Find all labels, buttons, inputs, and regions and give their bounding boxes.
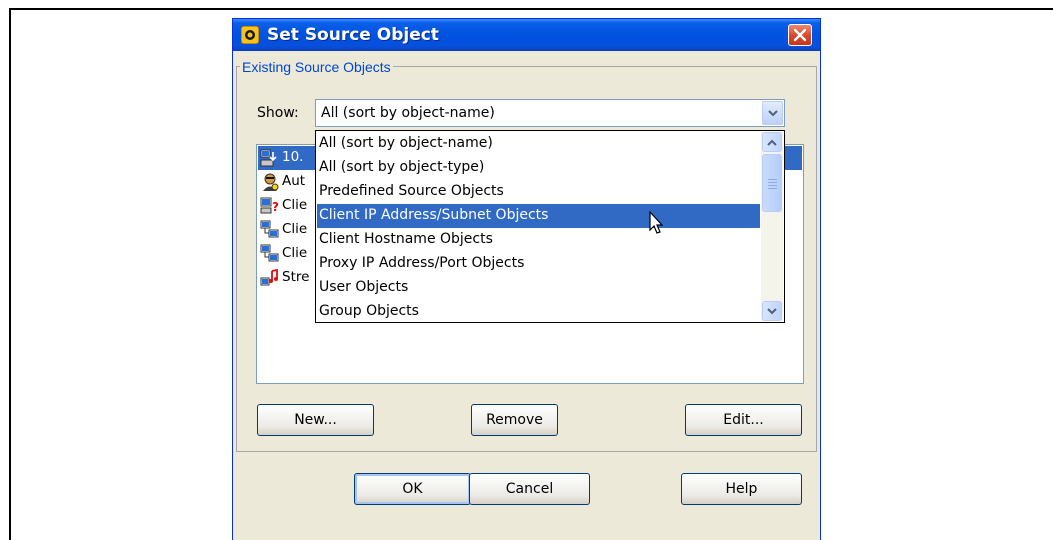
svg-text:?: ? — [272, 200, 279, 214]
remove-button[interactable]: Remove — [471, 404, 558, 436]
dropdown-option-highlighted[interactable]: Client IP Address/Subnet Objects — [317, 204, 760, 228]
client-unknown-icon: ? — [260, 197, 279, 214]
show-select-value: All (sort by object-name) — [321, 105, 495, 121]
show-select-dropdown-button[interactable] — [762, 101, 783, 125]
new-button[interactable]: New... — [257, 404, 374, 436]
app-icon — [241, 26, 259, 44]
dropdown-option[interactable]: User Objects — [317, 276, 760, 300]
figure-border-top — [9, 8, 1053, 10]
group-legend: Existing Source Objects — [240, 59, 393, 75]
client-network-icon — [260, 220, 279, 238]
window-title: Set Source Object — [267, 25, 439, 45]
chevron-down-icon — [768, 110, 778, 117]
ok-button[interactable]: OK — [354, 473, 471, 505]
show-label: Show: — [257, 105, 299, 121]
user-auth-icon — [263, 173, 279, 191]
network-transfer-icon — [260, 149, 277, 167]
scroll-down-button[interactable] — [762, 301, 782, 321]
list-item-label: Aut — [282, 173, 306, 189]
dropdown-option[interactable]: All (sort by object-type) — [317, 156, 760, 180]
dropdown-option[interactable]: Group Objects — [317, 300, 760, 322]
mouse-pointer-icon — [649, 211, 664, 234]
show-dropdown-list[interactable]: All (sort by object-name) All (sort by o… — [315, 130, 785, 323]
show-select[interactable]: All (sort by object-name) — [315, 99, 785, 127]
dropdown-scrollbar[interactable] — [761, 132, 783, 321]
edit-button[interactable]: Edit... — [685, 404, 802, 436]
dropdown-option[interactable]: Predefined Source Objects — [317, 180, 760, 204]
dropdown-option[interactable]: Client Hostname Objects — [317, 228, 760, 252]
stream-media-icon — [260, 268, 278, 286]
dropdown-option[interactable]: All (sort by object-name) — [317, 132, 760, 156]
list-item-label: Stre — [282, 269, 310, 285]
title-bar[interactable]: Set Source Object — [233, 19, 820, 51]
list-item-label: 10. — [282, 149, 304, 165]
client-network-icon — [260, 244, 279, 262]
list-item-label: Clie — [282, 245, 308, 261]
close-button[interactable] — [788, 24, 812, 46]
help-button[interactable]: Help — [681, 473, 802, 505]
figure-border-left — [9, 8, 11, 540]
chevron-down-icon — [767, 308, 777, 315]
scroll-thumb[interactable] — [762, 154, 782, 212]
list-item-label: Clie — [282, 221, 308, 237]
scroll-up-button[interactable] — [762, 132, 782, 152]
list-item-label: Clie — [282, 197, 308, 213]
close-icon — [793, 28, 807, 42]
dropdown-option[interactable]: Proxy IP Address/Port Objects — [317, 252, 760, 276]
chevron-up-icon — [767, 139, 777, 146]
cancel-button[interactable]: Cancel — [469, 473, 590, 505]
set-source-object-dialog: Set Source Object Existing Source Object… — [232, 18, 821, 540]
